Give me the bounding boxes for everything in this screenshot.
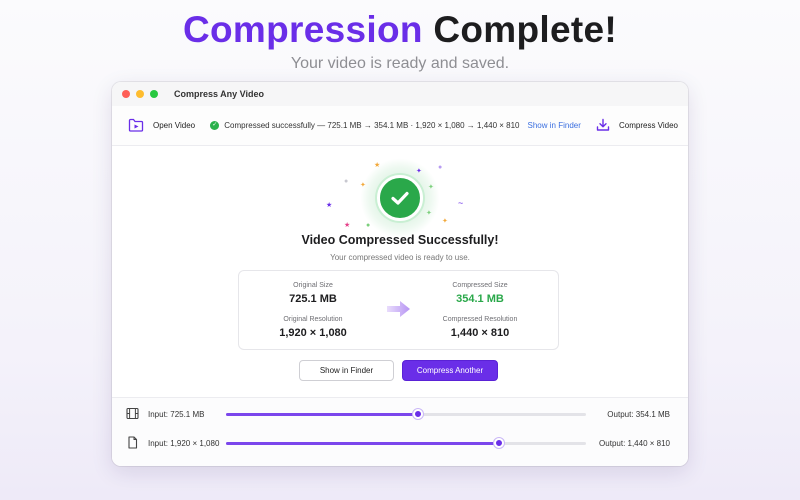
hero-title-accent: Compression — [183, 9, 423, 50]
folder-video-icon — [128, 118, 144, 134]
close-button[interactable] — [122, 90, 130, 98]
confetti-dot-icon: ● — [438, 164, 443, 171]
hero-title: Compression Complete! — [0, 8, 800, 52]
film-icon — [126, 407, 139, 422]
original-size-value: 725.1 MB — [289, 293, 337, 305]
confetti-star-icon: ★ — [344, 222, 351, 229]
confetti-star-icon: ✦ — [426, 210, 432, 217]
app-window: Compress Any Video Open Video ✓ Compress… — [112, 82, 688, 466]
confetti-star-icon: ★ — [326, 202, 333, 209]
hero-title-rest: Complete! — [433, 9, 617, 50]
original-resolution-value: 1,920 × 1,080 — [279, 327, 347, 339]
compressed-size-value: 354.1 MB — [456, 293, 504, 305]
comparison-card: Original Size 725.1 MB Original Resoluti… — [238, 270, 559, 350]
original-resolution-label: Original Resolution — [283, 316, 343, 323]
compress-video-label: Compress Video — [619, 121, 678, 130]
size-input-label: Input: 725.1 MB — [148, 409, 205, 419]
check-circle-icon: ✓ — [210, 121, 220, 130]
success-badge: ★ ✦ ● ✦ ● ✦ ★ ~ ★ ● ✦ ✦ — [326, 158, 463, 240]
original-size-label: Original Size — [293, 282, 333, 289]
compress-another-button[interactable]: Compress Another — [402, 360, 498, 381]
compress-video-button[interactable]: Compress Video — [596, 118, 678, 134]
show-in-finder-link[interactable]: Show in Finder — [528, 121, 581, 130]
size-slider-thumb[interactable] — [412, 408, 423, 419]
status-text: Compressed successfully — 725.1 MB → 354… — [224, 121, 520, 130]
compressed-resolution-value: 1,440 × 810 — [450, 327, 510, 339]
window-title: Compress Any Video — [174, 89, 265, 99]
confetti-dot-icon: ● — [344, 178, 349, 185]
resolution-input-label: Input: 1,920 × 1,080 — [148, 438, 220, 448]
resolution-slider-row: Input: 1,920 × 1,080 Output: 1,440 × 810 — [112, 433, 688, 453]
confetti-star-icon: ★ — [374, 162, 381, 169]
confetti-squiggle-icon: ~ — [458, 198, 464, 208]
compressed-resolution-label: Compressed Resolution — [442, 316, 518, 323]
open-video-button[interactable]: Open Video — [128, 118, 195, 134]
resolution-slider[interactable] — [226, 437, 586, 448]
success-title: Video Compressed Successfully! — [301, 233, 499, 247]
zoom-button[interactable] — [150, 90, 158, 98]
open-video-label: Open Video — [153, 121, 196, 130]
hero: Compression Complete! Your video is read… — [0, 0, 800, 73]
compressed-resolution-stat: Compressed Resolution 1,440 × 810 — [420, 316, 540, 339]
settings-bar: Input: 725.1 MB Output: 354.1 MB Input: … — [112, 397, 688, 466]
resolution-output-label: Output: 1,440 × 810 — [599, 438, 670, 448]
original-size-stat: Original Size 725.1 MB — [253, 282, 373, 305]
resolution-slider-fill — [226, 441, 499, 445]
document-icon — [126, 436, 139, 451]
result-actions: Show in Finder Compress Another — [299, 360, 498, 381]
download-icon — [596, 118, 610, 134]
original-resolution-stat: Original Resolution 1,920 × 1,080 — [253, 316, 373, 339]
size-output-label: Output: 354.1 MB — [607, 409, 670, 419]
confetti-star-icon: ✦ — [428, 184, 434, 191]
compressed-size-stat: Compressed Size 354.1 MB — [420, 282, 540, 305]
confetti-star-icon: ✦ — [416, 168, 422, 175]
resolution-slider-thumb[interactable] — [493, 437, 504, 448]
confetti-star-icon: ✦ — [442, 218, 448, 225]
size-slider-fill — [226, 412, 418, 416]
confetti-star-icon: ✦ — [360, 182, 366, 189]
title-bar: Compress Any Video — [112, 82, 688, 106]
hero-subtitle: Your video is ready and saved. — [290, 55, 510, 72]
result-panel: ★ ✦ ● ✦ ● ✦ ★ ~ ★ ● ✦ ✦ Video Compressed… — [112, 146, 688, 397]
toolbar: Open Video ✓ Compressed successfully — 7… — [112, 106, 688, 146]
status-message: ✓ Compressed successfully — 725.1 MB → 3… — [195, 121, 596, 130]
size-slider[interactable] — [226, 408, 586, 419]
confetti-dot-icon: ● — [366, 222, 371, 229]
minimize-button[interactable] — [136, 90, 144, 98]
success-subtitle: Your compressed video is ready to use. — [330, 253, 470, 262]
size-slider-row: Input: 725.1 MB Output: 354.1 MB — [112, 404, 688, 424]
show-in-finder-button[interactable]: Show in Finder — [299, 360, 394, 381]
traffic-lights — [122, 90, 158, 98]
checkmark-icon — [377, 175, 423, 221]
compressed-size-label: Compressed Size — [452, 282, 508, 289]
arrow-right-icon — [387, 300, 411, 323]
